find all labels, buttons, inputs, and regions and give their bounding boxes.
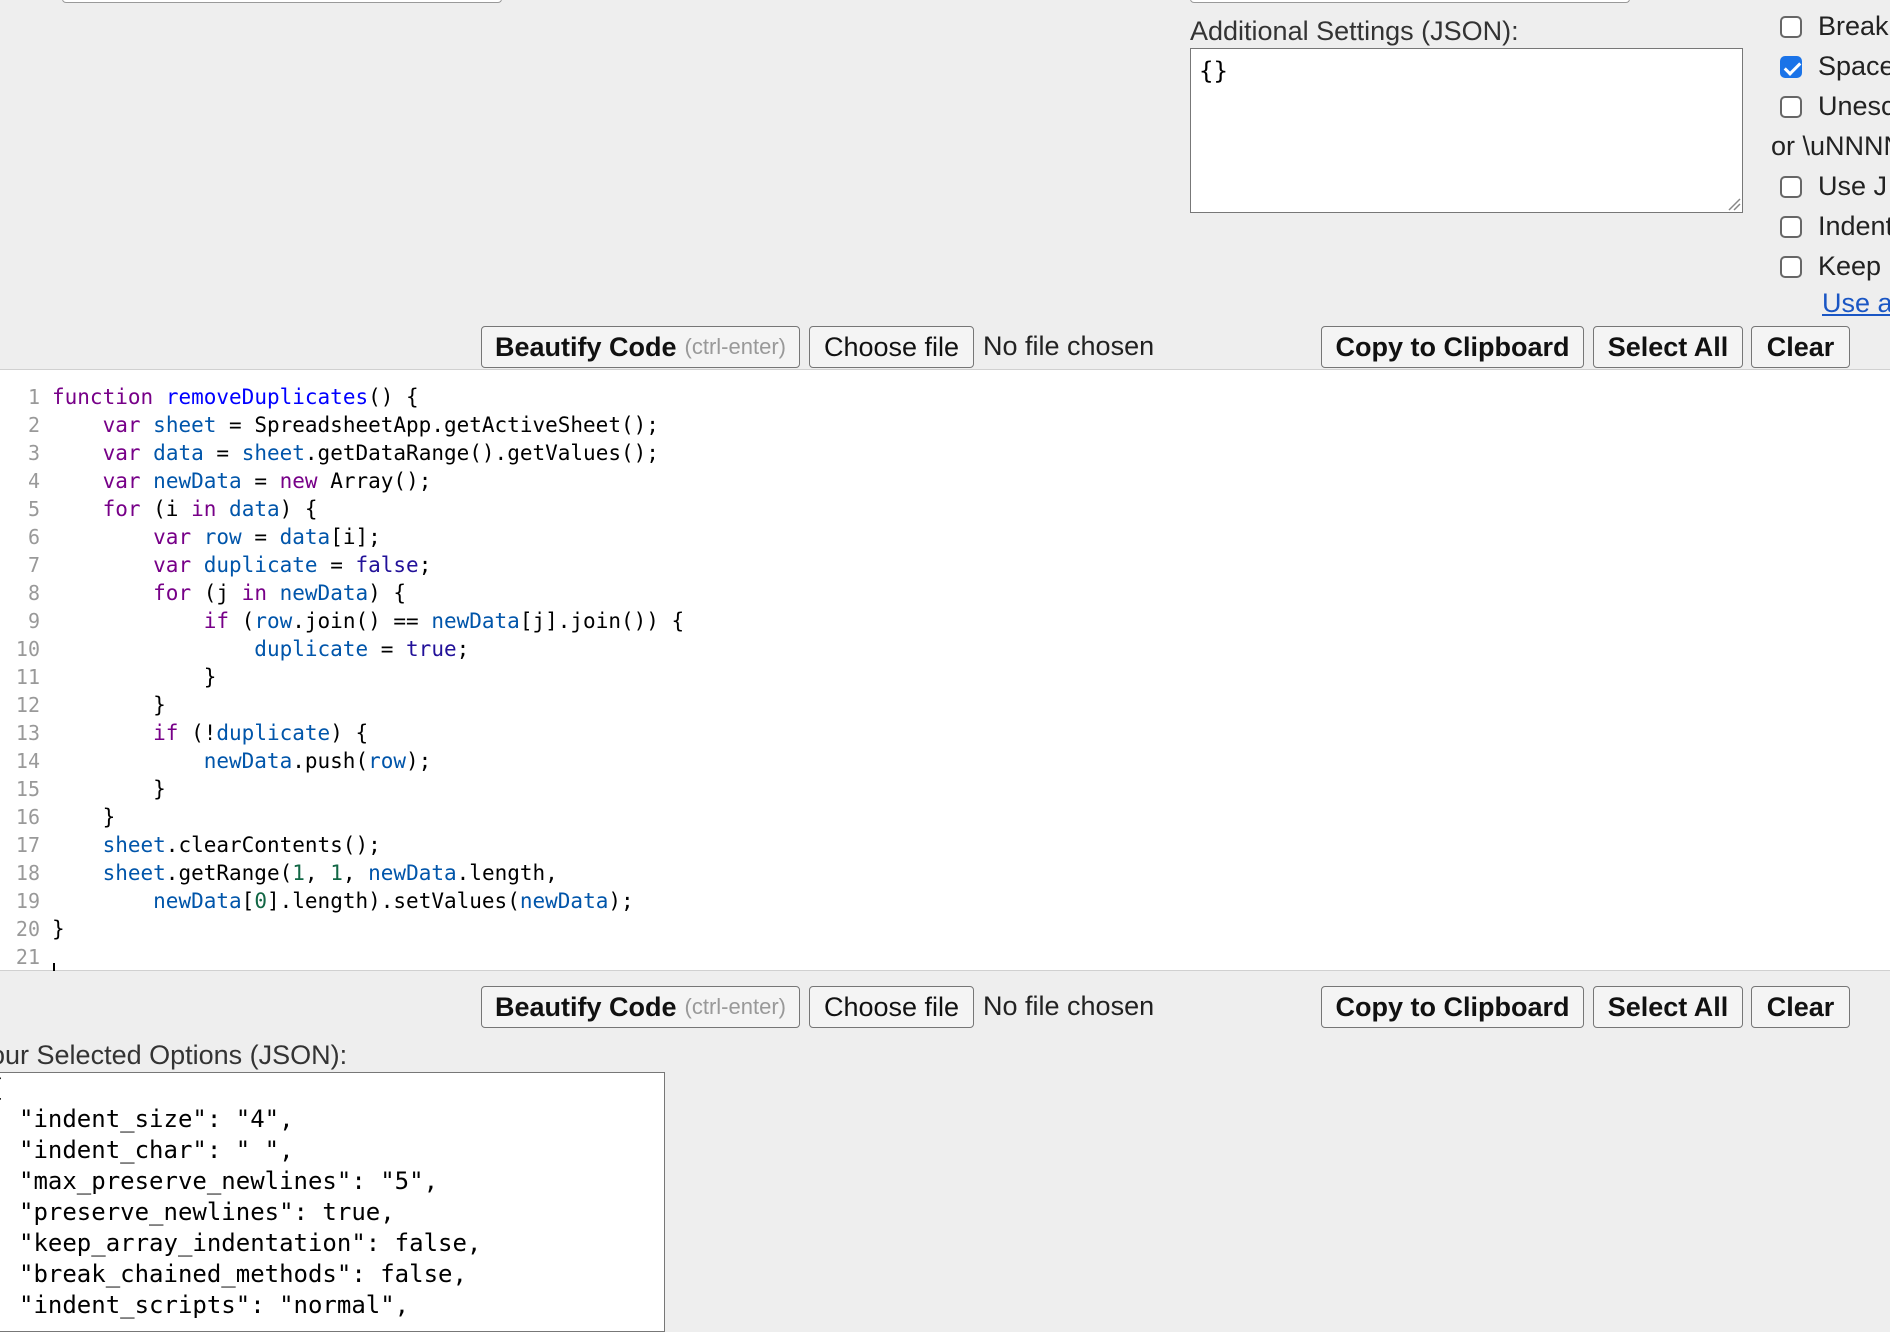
options-json-line: "keep_array_indentation": false, (19, 1229, 482, 1257)
option-unescape-checkbox-row[interactable]: Unesc (1780, 91, 1890, 122)
option-space-checkbox-row[interactable]: Space (1780, 51, 1890, 82)
code-line: } (52, 665, 217, 689)
select-all-button-top[interactable]: Select All (1593, 326, 1743, 368)
line-number: 13 (15, 721, 40, 745)
line-number: 4 (27, 469, 40, 493)
options-json-line: "indent_char": " ", (19, 1136, 294, 1164)
no-file-chosen-top: No file chosen (983, 331, 1155, 361)
option-break-label: Break (1818, 11, 1889, 41)
code-line: var sheet = SpreadsheetApp.getActiveShee… (102, 413, 659, 437)
beautify-label-bottom: Beautify Code (495, 991, 677, 1022)
line-number: 5 (27, 497, 40, 521)
additional-settings-textarea[interactable]: {} (1190, 48, 1743, 213)
code-line: } (52, 777, 166, 801)
code-editor[interactable]: 1 2 3 4 5 6 7 8 9 10 11 12 13 14 15 16 17 18 19 20 21 functi… (0, 369, 1890, 971)
copy-to-clipboard-button-top[interactable]: Copy to Clipboard (1321, 326, 1584, 368)
line-number: 3 (27, 441, 40, 465)
selected-options-label: our Selected Options (JSON): (0, 1040, 348, 1070)
option-use-json-label: Use J (1818, 171, 1888, 201)
code-line: function removeDuplicates() { (52, 385, 419, 409)
beautify-hint: (ctrl-enter) (684, 334, 786, 359)
line-number: 10 (15, 637, 40, 661)
code-line: var row = data[i]; (153, 525, 381, 549)
code-line: var data = sheet.getDataRange().getValue… (102, 441, 659, 465)
use-link[interactable]: Use a (1822, 288, 1890, 319)
line-number: 11 (15, 665, 40, 689)
clear-button-bottom[interactable]: Clear (1751, 986, 1850, 1028)
code-line: } (52, 917, 65, 941)
clear-button-top[interactable]: Clear (1751, 326, 1850, 368)
option-break-checkbox-row[interactable]: Break (1780, 11, 1889, 42)
code-line: for (i in data) { (102, 497, 318, 521)
options-json-line: { (0, 1073, 664, 1104)
code-line: var newData = new Array(); (102, 469, 432, 493)
option-indent-checkbox[interactable] (1780, 215, 1802, 238)
options-json-line: "preserve_newlines": true, (19, 1198, 395, 1226)
code-line: newData[0].length).setValues(newData); (153, 889, 634, 913)
choose-file-button-top[interactable]: Choose file (809, 326, 974, 368)
code-line: newData.push(row); (203, 749, 432, 773)
top-left-select[interactable] (62, 0, 502, 3)
code-line: } (52, 693, 166, 717)
options-json-line: "max_preserve_newlines": "5", (19, 1167, 439, 1195)
line-number: 6 (27, 525, 40, 549)
option-indent-label: Indent (1818, 211, 1890, 241)
copy-to-clipboard-button-bottom[interactable]: Copy to Clipboard (1321, 986, 1584, 1028)
option-space-checkbox[interactable] (1780, 55, 1802, 78)
code-line: duplicate = true; (254, 637, 470, 661)
line-number: 12 (15, 693, 40, 717)
code-line: if (!duplicate) { (153, 721, 369, 745)
resize-grip-icon[interactable] (1727, 197, 1741, 211)
line-number: 16 (15, 805, 40, 829)
option-space-label: Space (1818, 51, 1890, 81)
beautify-button-bottom[interactable]: Beautify Code (ctrl-enter) (481, 986, 800, 1028)
code-line: for (j in newData) { (153, 581, 407, 605)
line-number: 19 (15, 889, 40, 913)
option-use-json-checkbox[interactable] (1780, 175, 1802, 198)
options-json-line: "indent_scripts": "normal", (19, 1291, 410, 1319)
code-line: sheet.clearContents(); (102, 833, 381, 857)
code-line: var duplicate = false; (153, 553, 432, 577)
options-json-line: "break_chained_methods": false, (19, 1260, 467, 1288)
option-use-json-checkbox-row[interactable]: Use J (1780, 171, 1887, 202)
line-number: 9 (27, 609, 40, 633)
line-number: 2 (27, 413, 40, 437)
text-cursor (53, 963, 55, 971)
line-number: 20 (15, 917, 40, 941)
additional-settings-label: Additional Settings (JSON): (1190, 16, 1519, 46)
line-number: 15 (15, 777, 40, 801)
top-middle-select[interactable] (1190, 0, 1630, 3)
beautify-button-top[interactable]: Beautify Code (ctrl-enter) (481, 326, 800, 368)
option-keep-checkbox[interactable] (1780, 255, 1802, 278)
select-all-button-bottom[interactable]: Select All (1593, 986, 1743, 1028)
line-number: 17 (15, 833, 40, 857)
line-number: 14 (15, 749, 40, 773)
option-keep-checkbox-row[interactable]: Keep (1780, 251, 1881, 282)
selected-options-textarea[interactable]: {"indent_size": "4", "indent_char": " ", "… (0, 1072, 665, 1332)
beautify-label: Beautify Code (495, 331, 677, 362)
line-number: 7 (27, 553, 40, 577)
line-number-gutter: 1 2 3 4 5 6 7 8 9 10 11 12 13 14 15 16 17 18 19 20 21 (0, 383, 40, 970)
code-content[interactable]: function removeDuplicates() { var sheet … (52, 383, 685, 970)
choose-file-button-bottom[interactable]: Choose file (809, 986, 974, 1028)
no-file-chosen-bottom: No file chosen (983, 991, 1155, 1021)
line-number: 18 (15, 861, 40, 885)
option-break-checkbox[interactable] (1780, 15, 1802, 38)
option-indent-checkbox-row[interactable]: Indent (1780, 211, 1890, 242)
code-line: if (row.join() == newData[j].join()) { (203, 609, 685, 633)
line-number: 1 (27, 385, 40, 409)
options-json-line: "indent_size": "4", (19, 1105, 294, 1133)
option-unescape-continuation: or \uNNNN (1771, 131, 1890, 161)
line-number: 8 (27, 581, 40, 605)
option-keep-label: Keep (1818, 251, 1882, 281)
code-line: sheet.getRange(1, 1, newData.length, (102, 861, 558, 885)
code-line: } (52, 805, 116, 829)
beautify-hint-bottom: (ctrl-enter) (684, 994, 786, 1019)
line-number: 21 (15, 945, 40, 969)
option-unescape-label: Unesc (1818, 91, 1890, 121)
option-unescape-checkbox[interactable] (1780, 95, 1802, 118)
